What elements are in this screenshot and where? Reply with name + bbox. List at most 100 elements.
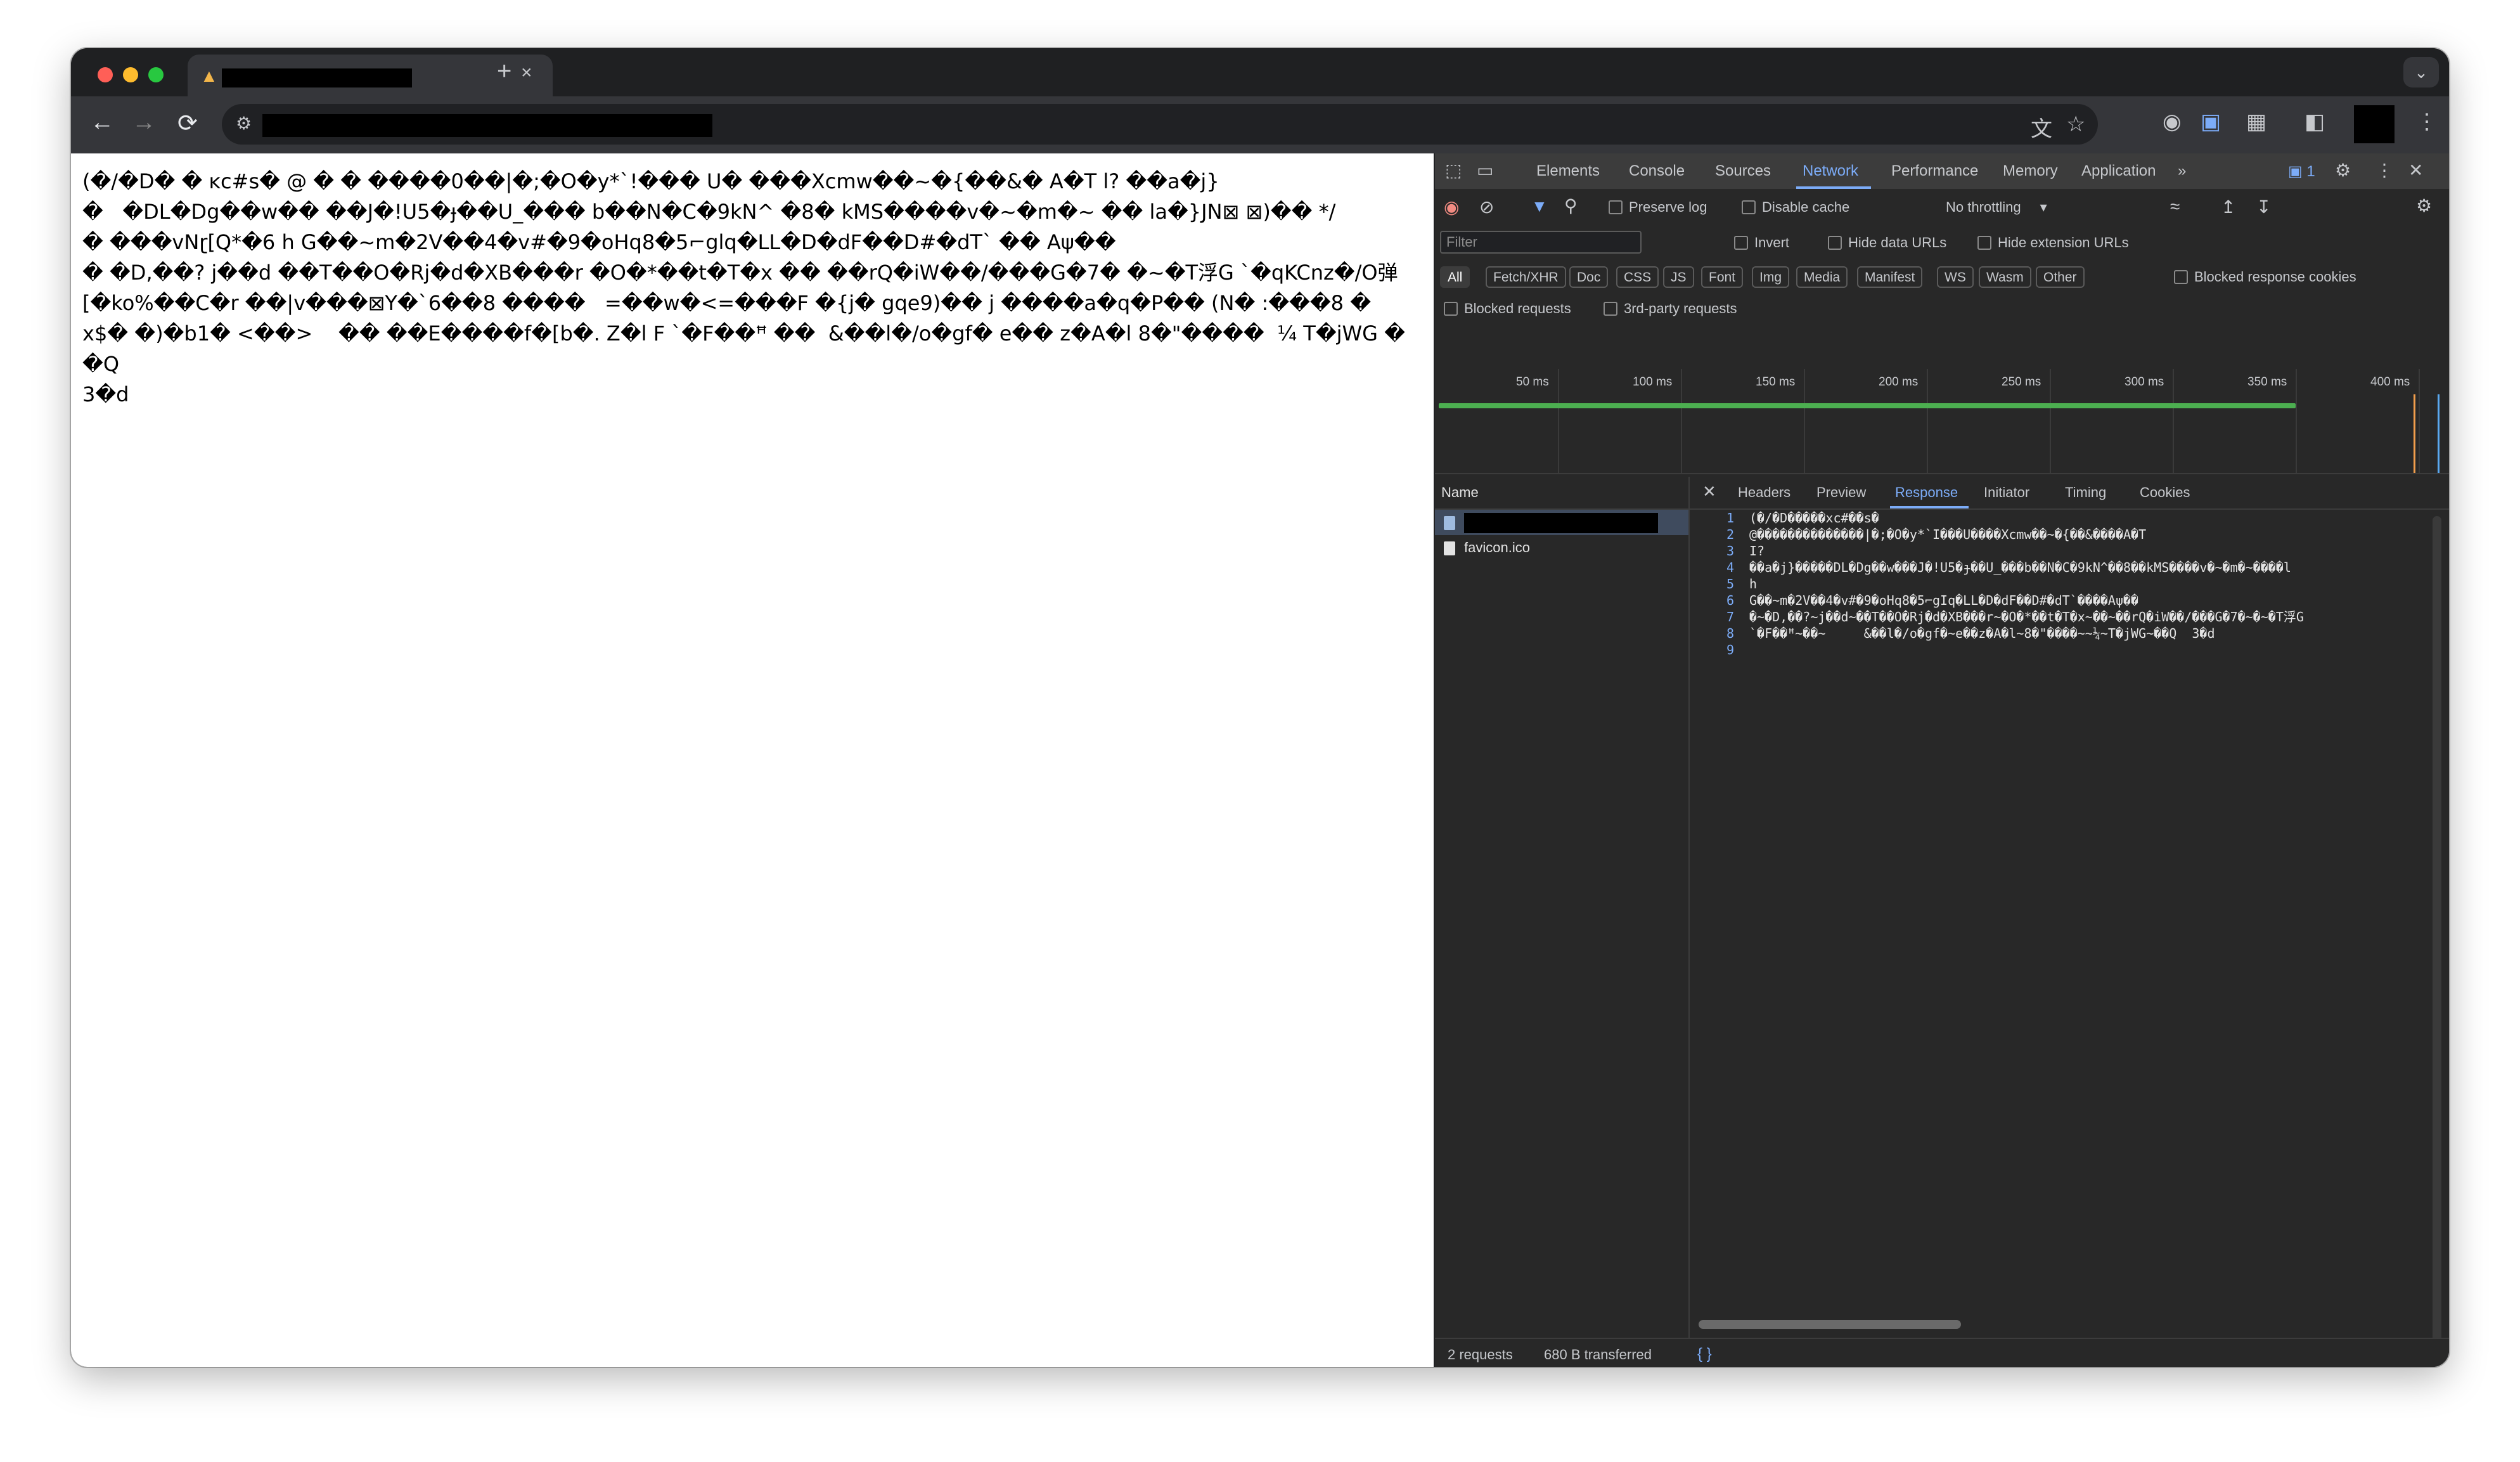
devtools-menu-icon[interactable]: ⋮ xyxy=(2375,160,2393,181)
type-filter-css[interactable]: CSS xyxy=(1616,266,1659,288)
inspect-element-icon[interactable]: ⬚ xyxy=(1445,160,1462,181)
fire-icon: ▲ xyxy=(200,66,218,86)
zoom-window-button[interactable] xyxy=(148,67,164,82)
import-har-upload-icon[interactable]: ↥ xyxy=(2221,197,2235,217)
code-line: 9 xyxy=(1690,642,2431,658)
settings-gear-icon[interactable]: ⚙ xyxy=(2335,160,2351,181)
hide-data-urls-label: Hide data URLs xyxy=(1848,235,1947,250)
response-body-viewer[interactable]: 1 (�/�D�����xc#��s� 2 @��������������|�;�O… xyxy=(1690,510,2431,1321)
filter-input[interactable]: Filter xyxy=(1440,231,1642,254)
network-overview-timeline[interactable]: 50 ms 100 ms 150 ms 200 ms 250 ms 300 ms… xyxy=(1435,369,2449,474)
close-devtools-icon[interactable]: ✕ xyxy=(2408,160,2423,181)
network-settings-gear-icon[interactable]: ⚙ xyxy=(2416,195,2432,216)
type-filter-doc[interactable]: Doc xyxy=(1569,266,1609,288)
timeline-tick-label: 100 ms xyxy=(1633,375,1673,389)
disable-cache-checkbox[interactable]: Disable cache xyxy=(1742,199,1849,216)
site-info-icon[interactable]: ⚙ xyxy=(236,113,252,134)
resource-type-filters: All Fetch/XHR Doc CSS JS Font Img Media … xyxy=(1435,260,2449,294)
close-detail-icon[interactable]: ✕ xyxy=(1702,482,1716,501)
type-filter-wasm[interactable]: Wasm xyxy=(1979,266,2031,288)
vertical-scrollbar[interactable] xyxy=(2433,516,2441,1359)
tab-preview[interactable]: Preview xyxy=(1816,484,1866,501)
request-row-favicon[interactable]: favicon.ico xyxy=(1435,535,1688,560)
clear-icon[interactable]: ⊘ xyxy=(1479,197,1494,217)
back-button[interactable]: ← xyxy=(90,109,114,136)
tab-response[interactable]: Response xyxy=(1895,484,1958,501)
type-filter-other[interactable]: Other xyxy=(2036,266,2085,288)
line-number: 5 xyxy=(1726,576,1734,592)
export-har-download-icon[interactable]: ↧ xyxy=(2256,197,2271,217)
code-text: `�F��ꟸ~��~ &��l�/o�gf�~e��z�A�l~8�"����~… xyxy=(1749,626,2215,641)
tab-console[interactable]: Console xyxy=(1629,162,1685,180)
type-filter-ws[interactable]: WS xyxy=(1937,266,1974,288)
reload-button[interactable]: ⟳ xyxy=(177,109,198,138)
tab-search-button[interactable]: ⌄ xyxy=(2403,57,2439,87)
timeline-gridline xyxy=(1804,369,1805,473)
name-column-header[interactable]: Name xyxy=(1435,477,1688,510)
tab-headers[interactable]: Headers xyxy=(1738,484,1790,501)
line-number: 3 xyxy=(1726,543,1734,559)
tab-cookies[interactable]: Cookies xyxy=(2140,484,2190,501)
minimize-window-button[interactable] xyxy=(123,67,138,82)
tab-strip: ▲ × + ⌄ xyxy=(71,48,2449,96)
translate-extension-icon[interactable]: ▣ xyxy=(2201,109,2221,134)
blocked-requests-checkbox[interactable]: Blocked requests xyxy=(1444,301,1571,317)
code-text: G��~m�2V��4�v#�9�oHq8�5⌐gIq�LL�D�dF��D#�… xyxy=(1749,593,2139,608)
extensions-puzzle-icon[interactable]: ▦ xyxy=(2246,109,2266,134)
request-list: Name favicon.ico xyxy=(1435,477,1690,1339)
third-party-requests-checkbox[interactable]: 3rd-party requests xyxy=(1604,301,1737,317)
timeline-gridline xyxy=(1681,369,1682,473)
invert-checkbox[interactable]: Invert xyxy=(1734,235,1789,251)
disable-cache-label: Disable cache xyxy=(1762,199,1850,215)
code-text: (�/�D�����xc#��s� xyxy=(1749,510,1879,526)
browser-menu-icon[interactable]: ⋮ xyxy=(2416,109,2438,134)
type-filter-js[interactable]: JS xyxy=(1663,266,1694,288)
redacted-url xyxy=(262,114,712,137)
more-tabs-chevron-icon[interactable]: » xyxy=(2178,162,2186,180)
address-bar[interactable]: ⚙ 文 ☆ xyxy=(222,104,2098,145)
tab-initiator[interactable]: Initiator xyxy=(1984,484,2029,501)
record-icon[interactable]: ◉ xyxy=(1444,197,1459,217)
tab-sources[interactable]: Sources xyxy=(1715,162,1771,180)
type-filter-media[interactable]: Media xyxy=(1796,266,1848,288)
type-filter-font[interactable]: Font xyxy=(1701,266,1744,288)
tab-performance[interactable]: Performance xyxy=(1891,162,1978,180)
devtools-panel: ⬚ ▭ Elements Console Sources Network Per… xyxy=(1435,153,2449,1367)
pretty-print-button[interactable]: { } xyxy=(1697,1345,1712,1363)
tab-elements[interactable]: Elements xyxy=(1536,162,1600,180)
new-tab-button[interactable]: + xyxy=(497,57,511,86)
filter-funnel-icon[interactable]: ▼ xyxy=(1531,197,1548,216)
timeline-tick-label: 250 ms xyxy=(2002,375,2041,389)
preserve-log-checkbox[interactable]: Preserve log xyxy=(1609,199,1707,216)
forward-button[interactable]: → xyxy=(132,109,156,136)
filter-row: Filter Invert Hide data URLs Hide extens… xyxy=(1435,224,2449,260)
side-panel-icon[interactable]: ◧ xyxy=(2305,109,2325,134)
device-toolbar-icon[interactable]: ▭ xyxy=(1477,160,1493,181)
line-number: 9 xyxy=(1726,642,1734,657)
tab-timing[interactable]: Timing xyxy=(2065,484,2106,501)
network-conditions-wifi-icon[interactable]: ≈ xyxy=(2170,197,2180,217)
timeline-tick-label: 350 ms xyxy=(2247,375,2287,389)
tab-network[interactable]: Network xyxy=(1803,162,1858,180)
type-filter-fetch-xhr[interactable]: Fetch/XHR xyxy=(1486,266,1566,288)
tab-memory[interactable]: Memory xyxy=(2003,162,2058,180)
hide-data-urls-checkbox[interactable]: Hide data URLs xyxy=(1828,235,1946,251)
horizontal-scrollbar[interactable] xyxy=(1699,1320,1961,1329)
tab-application[interactable]: Application xyxy=(2081,162,2156,180)
blocked-response-cookies-checkbox[interactable]: Blocked response cookies xyxy=(2174,269,2356,285)
type-filter-manifest[interactable]: Manifest xyxy=(1857,266,1923,288)
profile-avatar[interactable] xyxy=(2354,105,2395,143)
throttling-select[interactable]: No throttling ▾ xyxy=(1946,199,2047,216)
hide-extension-urls-checkbox[interactable]: Hide extension URLs xyxy=(1977,235,2129,251)
type-filter-all[interactable]: All xyxy=(1440,266,1470,288)
bookmark-star-icon[interactable]: ☆ xyxy=(2066,112,2085,137)
request-row-document[interactable] xyxy=(1435,510,1688,535)
issues-badge[interactable]: ▣ 1 xyxy=(2288,162,2315,181)
password-manager-icon[interactable]: ◉ xyxy=(2163,109,2182,134)
type-filter-img[interactable]: Img xyxy=(1752,266,1790,288)
translate-icon[interactable]: 文 xyxy=(2031,112,2052,143)
close-window-button[interactable] xyxy=(98,67,113,82)
close-icon[interactable]: × xyxy=(521,62,532,84)
timeline-gridline xyxy=(1558,369,1559,473)
search-icon[interactable]: ⚲ xyxy=(1564,195,1578,216)
